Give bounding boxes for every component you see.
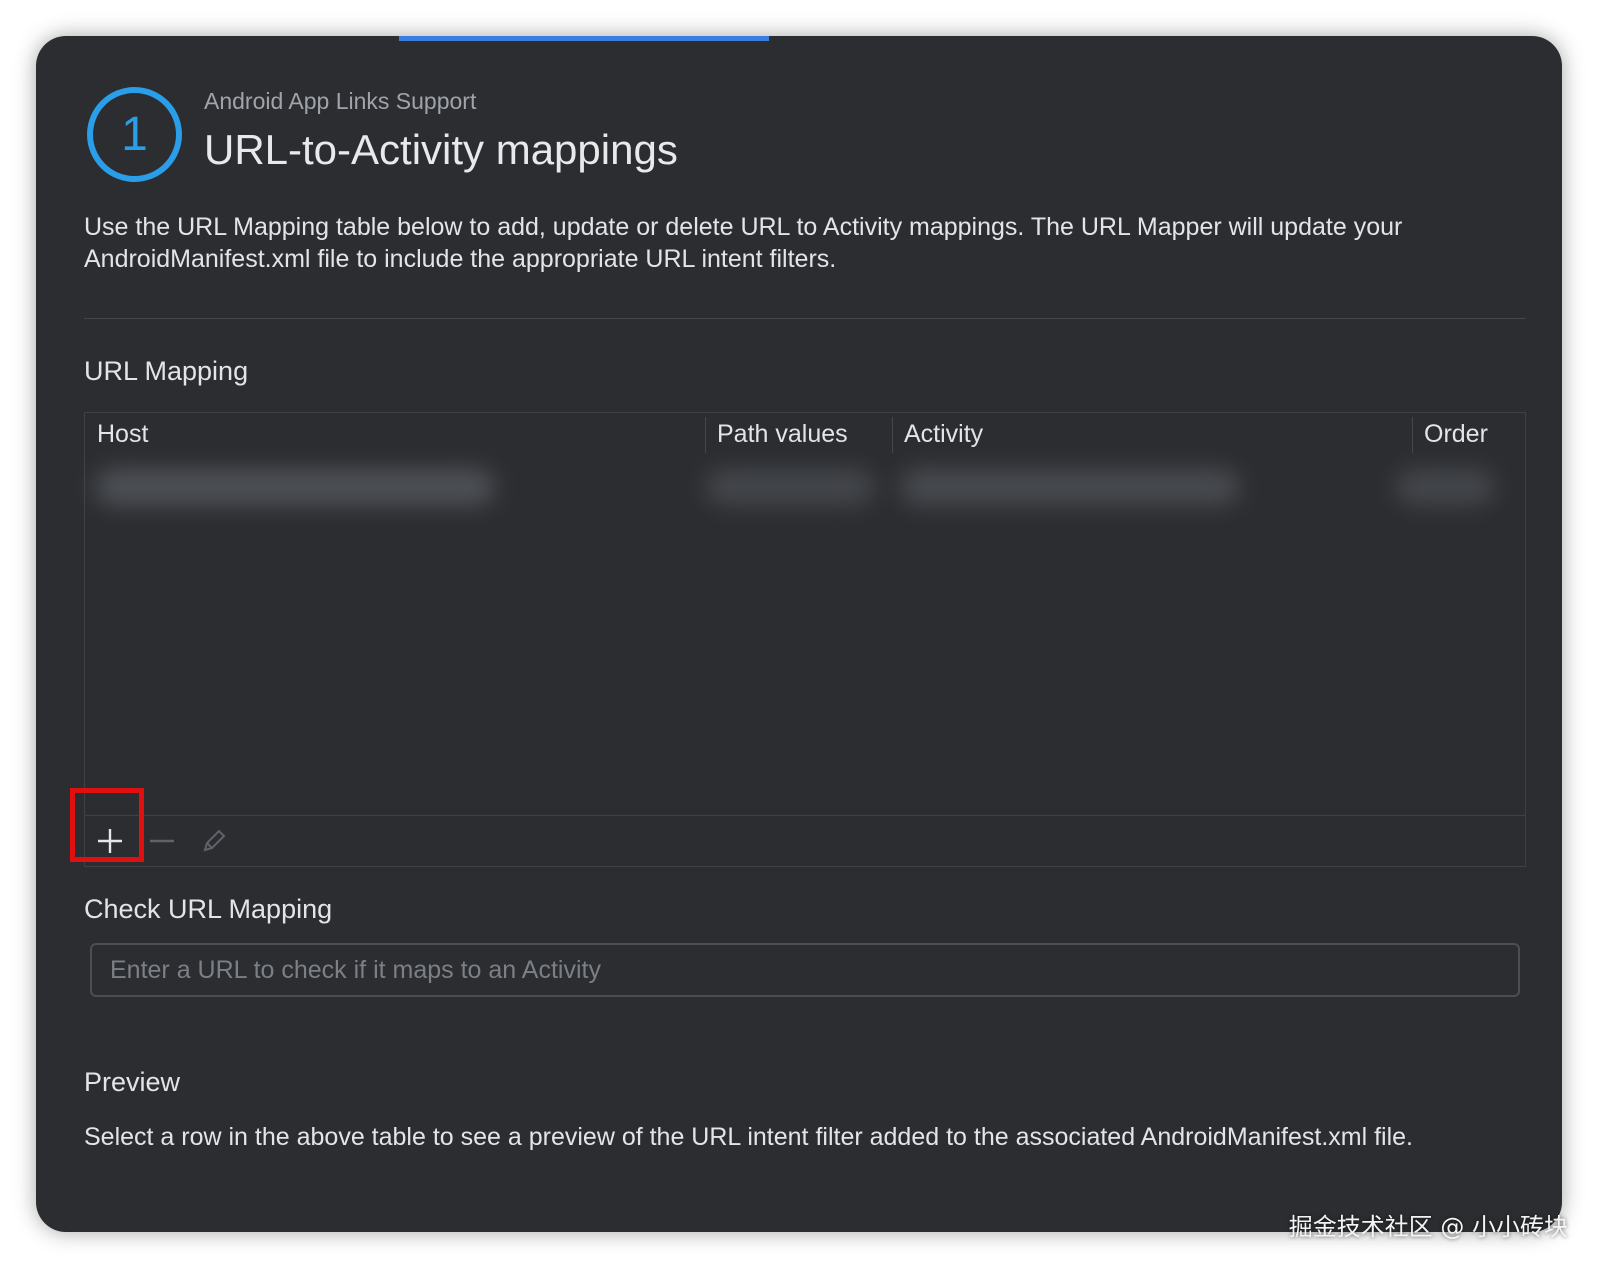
section-divider: [84, 318, 1526, 319]
check-url-input[interactable]: [90, 943, 1520, 997]
column-header-host[interactable]: Host: [85, 413, 705, 455]
column-header-order[interactable]: Order: [1412, 413, 1527, 455]
wizard-progress-bar: [399, 36, 769, 41]
redacted-cell: [1395, 469, 1495, 505]
redacted-cell: [95, 469, 495, 505]
table-header: Host Path values Activity Order: [85, 413, 1525, 455]
add-mapping-button[interactable]: [85, 816, 135, 866]
redacted-cell: [705, 469, 875, 505]
page-title: URL-to-Activity mappings: [204, 126, 678, 173]
check-url-mapping-label: Check URL Mapping: [84, 894, 333, 924]
watermark: 掘金技术社区 @ 小小砖块: [1288, 1213, 1568, 1241]
minus-icon: [150, 839, 174, 843]
remove-mapping-button[interactable]: [137, 816, 187, 866]
edit-mapping-button[interactable]: [189, 816, 239, 866]
column-header-path-values[interactable]: Path values: [705, 413, 892, 455]
url-mapping-table[interactable]: Host Path values Activity Order: [84, 412, 1526, 867]
table-toolbar: [85, 815, 1525, 866]
table-row[interactable]: [85, 455, 1525, 519]
app-links-assistant-window: 1 Android App Links Support URL-to-Activ…: [36, 36, 1562, 1232]
panel-subtitle: Android App Links Support: [204, 88, 477, 114]
plus-icon: [98, 829, 122, 853]
step-number-badge: 1: [87, 87, 182, 182]
column-header-activity[interactable]: Activity: [892, 413, 1412, 455]
intro-description: Use the URL Mapping table below to add, …: [84, 213, 1403, 273]
preview-description: Select a row in the above table to see a…: [84, 1123, 1413, 1151]
pencil-icon: [203, 829, 226, 852]
redacted-cell: [900, 469, 1240, 505]
url-mapping-label: URL Mapping: [84, 356, 249, 386]
preview-label: Preview: [84, 1067, 181, 1097]
step-number: 1: [121, 108, 148, 161]
